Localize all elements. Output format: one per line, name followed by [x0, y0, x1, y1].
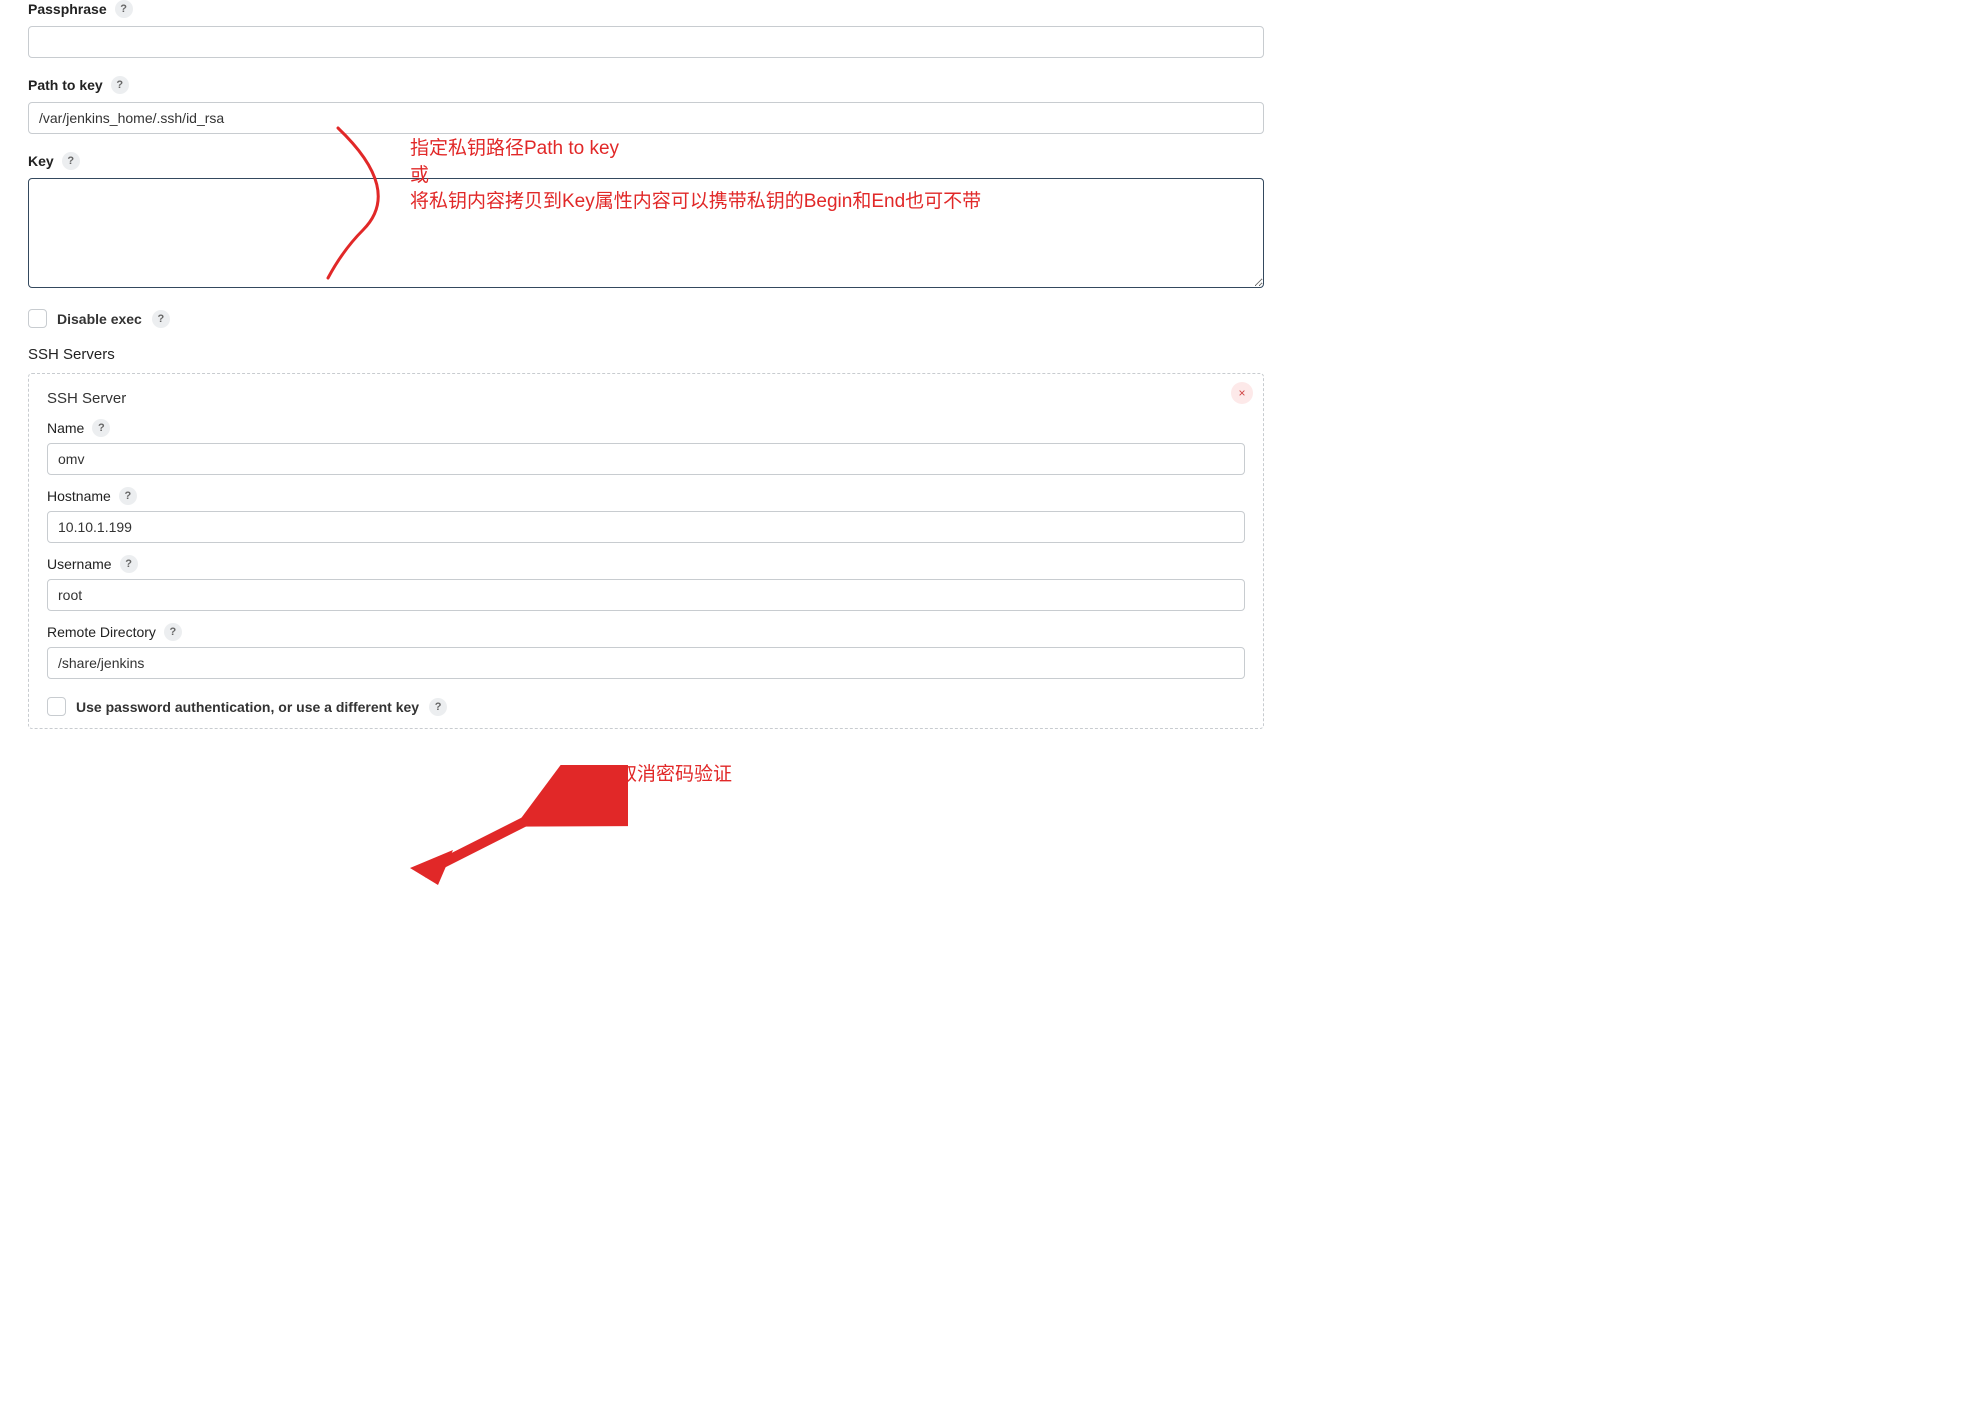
annotation-arrow-icon	[398, 765, 628, 885]
help-icon[interactable]: ?	[120, 555, 138, 573]
server-username-label: Username	[47, 556, 112, 572]
help-icon[interactable]: ?	[62, 152, 80, 170]
disable-exec-checkbox[interactable]	[28, 309, 47, 328]
help-icon[interactable]: ?	[152, 310, 170, 328]
server-name-input[interactable]	[47, 443, 1245, 475]
ssh-server-panel: × SSH Server Name ? Hostname ? Username …	[28, 373, 1264, 729]
server-name-label: Name	[47, 420, 84, 436]
server-hostname-input[interactable]	[47, 511, 1245, 543]
help-icon[interactable]: ?	[115, 0, 133, 18]
path-to-key-label: Path to key	[28, 77, 103, 93]
server-hostname-label: Hostname	[47, 488, 111, 504]
help-icon[interactable]: ?	[119, 487, 137, 505]
ssh-servers-title: SSH Servers	[28, 346, 1264, 363]
help-icon[interactable]: ?	[429, 698, 447, 716]
passphrase-input[interactable]	[28, 26, 1264, 58]
annotation-text-2: 取消密码验证	[618, 762, 732, 789]
passphrase-label: Passphrase	[28, 1, 107, 17]
server-remotedir-input[interactable]	[47, 647, 1245, 679]
path-to-key-input[interactable]	[28, 102, 1264, 134]
key-label: Key	[28, 153, 54, 169]
key-textarea[interactable]	[28, 178, 1264, 288]
use-password-label: Use password authentication, or use a di…	[76, 699, 419, 715]
server-remotedir-label: Remote Directory	[47, 624, 156, 640]
help-icon[interactable]: ?	[92, 419, 110, 437]
disable-exec-label: Disable exec	[57, 311, 142, 327]
server-username-input[interactable]	[47, 579, 1245, 611]
help-icon[interactable]: ?	[111, 76, 129, 94]
ssh-server-panel-title: SSH Server	[47, 390, 1245, 407]
use-password-checkbox[interactable]	[47, 697, 66, 716]
close-icon[interactable]: ×	[1231, 382, 1253, 404]
help-icon[interactable]: ?	[164, 623, 182, 641]
